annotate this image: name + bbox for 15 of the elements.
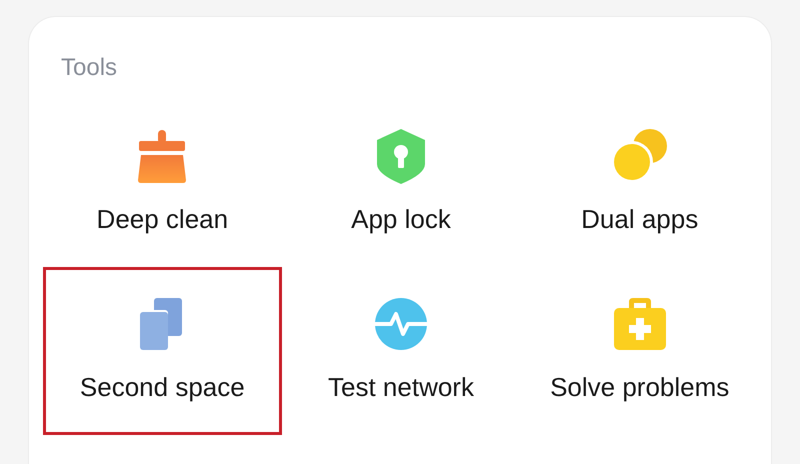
pulse-icon [372,296,429,352]
tool-item[interactable]: Dual apps [520,99,759,267]
tool-label: Deep clean [96,204,228,234]
section-title: Tools [60,53,118,83]
tool-label: Test network [328,372,474,402]
tool-item[interactable]: App lock [282,99,520,267]
first-aid-kit-icon [612,296,668,352]
tool-label: Second space [80,372,245,402]
tool-label: Dual apps [581,204,698,234]
tool-label: Solve problems [550,372,730,402]
tool-item[interactable]: Solve problems [520,267,759,435]
tool-item[interactable]: Second space [43,267,282,435]
tool-item[interactable]: Test network [282,267,520,435]
tool-item[interactable]: Deep clean [43,99,282,267]
tool-label: App lock [351,204,451,234]
